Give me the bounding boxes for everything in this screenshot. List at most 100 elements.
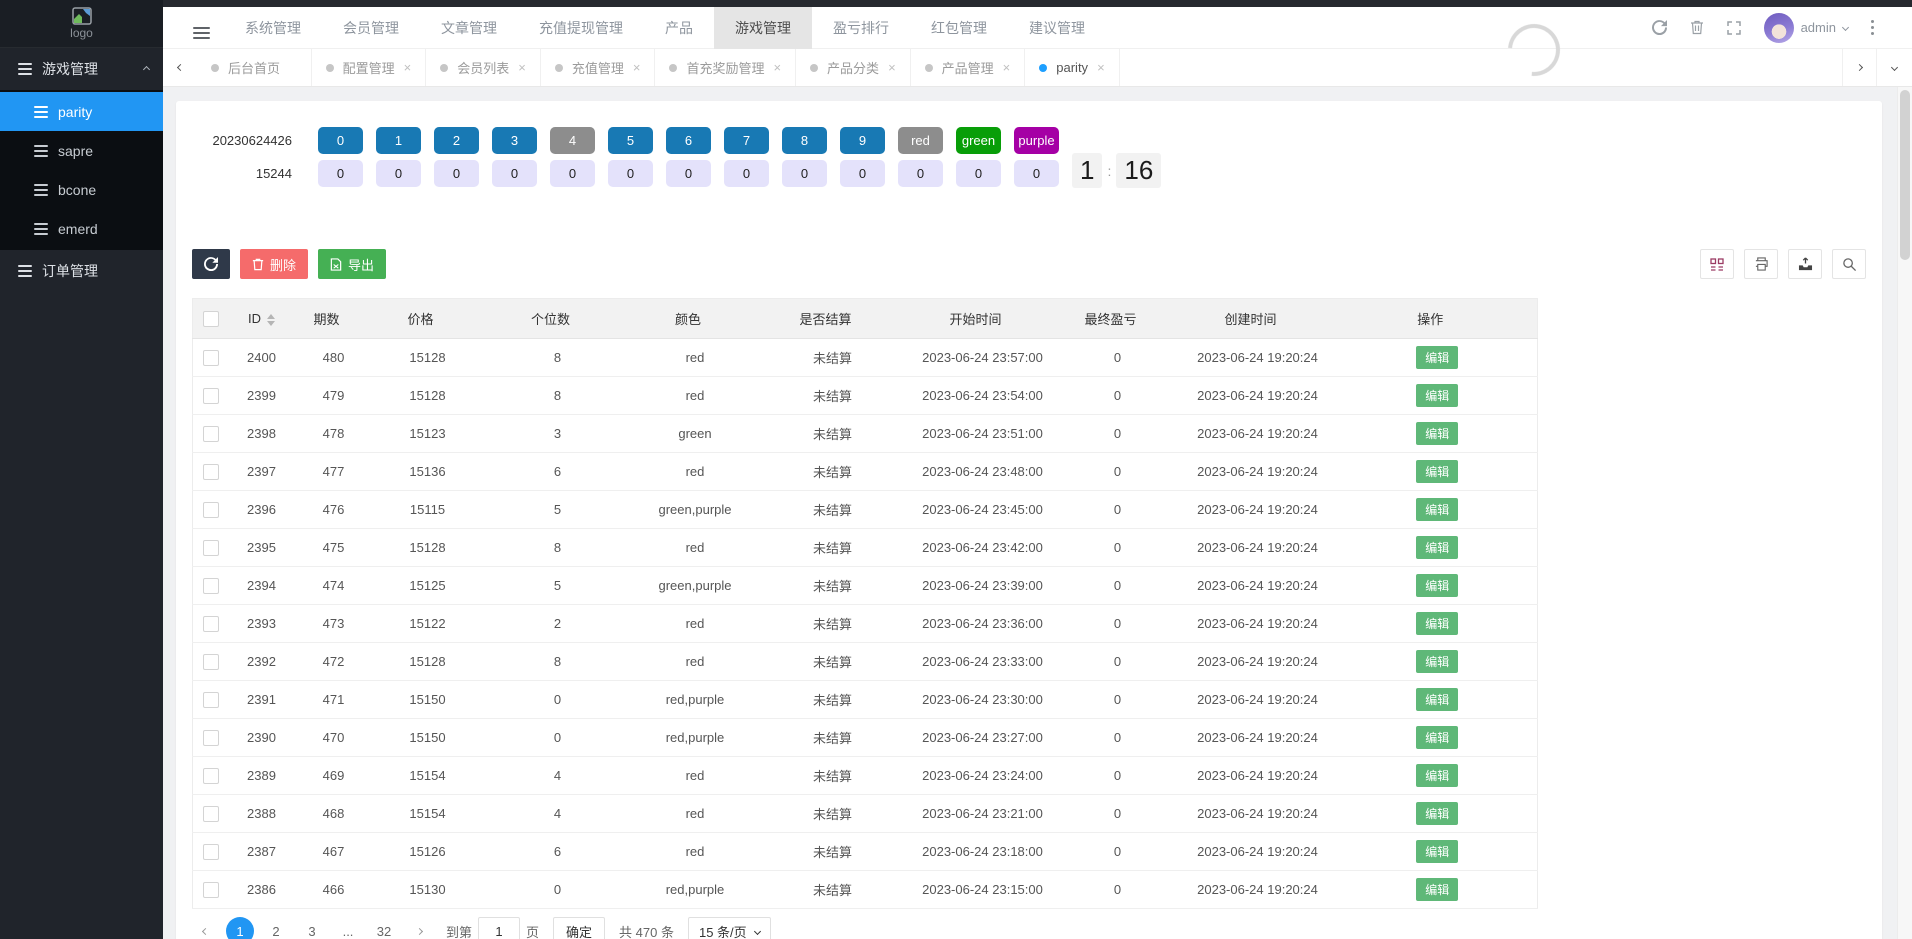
edit-button[interactable]: 编辑 bbox=[1416, 764, 1459, 787]
sidebar-subitem[interactable]: bcone bbox=[0, 170, 163, 209]
row-checkbox[interactable] bbox=[202, 805, 219, 822]
tab-close-icon[interactable]: × bbox=[633, 60, 641, 75]
edit-button[interactable]: 编辑 bbox=[1416, 650, 1459, 673]
number-button[interactable]: 7 bbox=[724, 127, 769, 154]
app-logo[interactable]: logo bbox=[0, 0, 163, 48]
tab[interactable]: 会员列表 × bbox=[426, 49, 541, 86]
tab[interactable]: 产品管理 × bbox=[911, 49, 1026, 86]
number-button[interactable]: 3 bbox=[492, 127, 537, 154]
edit-button[interactable]: 编辑 bbox=[1416, 574, 1459, 597]
count-button[interactable]: 0 bbox=[434, 160, 479, 187]
tab-close-icon[interactable]: × bbox=[404, 60, 412, 75]
export-data-button[interactable] bbox=[1788, 249, 1822, 279]
sort-icon[interactable] bbox=[267, 313, 275, 326]
tab-close-icon[interactable]: × bbox=[773, 60, 781, 75]
edit-button[interactable]: 编辑 bbox=[1416, 840, 1459, 863]
per-page-select[interactable]: 15 条/页 bbox=[687, 917, 771, 939]
row-checkbox[interactable] bbox=[202, 767, 219, 784]
more-options-icon[interactable] bbox=[1871, 20, 1874, 35]
confirm-jump-button[interactable]: 确定 bbox=[553, 917, 606, 939]
next-page-icon[interactable] bbox=[406, 917, 432, 939]
search-button[interactable] bbox=[1832, 249, 1866, 279]
tab[interactable]: 充值管理 × bbox=[541, 49, 656, 86]
count-button[interactable]: 0 bbox=[782, 160, 827, 187]
nav-item[interactable]: 红包管理 bbox=[910, 7, 1008, 49]
tab-actions-dropdown-icon[interactable] bbox=[1876, 49, 1912, 86]
number-button[interactable]: 0 bbox=[318, 127, 363, 154]
row-checkbox[interactable] bbox=[202, 881, 219, 898]
select-all-checkbox[interactable] bbox=[202, 310, 219, 327]
tab-scroll-left[interactable] bbox=[163, 49, 197, 86]
row-checkbox[interactable] bbox=[202, 349, 219, 366]
page-number[interactable]: ... bbox=[334, 917, 362, 939]
row-checkbox[interactable] bbox=[202, 501, 219, 518]
edit-button[interactable]: 编辑 bbox=[1416, 536, 1459, 559]
count-button[interactable]: 0 bbox=[550, 160, 595, 187]
page-number[interactable]: 2 bbox=[262, 917, 290, 939]
prev-page-icon[interactable] bbox=[192, 917, 218, 939]
row-checkbox[interactable] bbox=[202, 539, 219, 556]
tab[interactable]: 产品分类 × bbox=[796, 49, 911, 86]
row-checkbox[interactable] bbox=[202, 463, 219, 480]
nav-item[interactable]: 会员管理 bbox=[322, 7, 420, 49]
page-number[interactable]: 3 bbox=[298, 917, 326, 939]
count-button[interactable]: 0 bbox=[492, 160, 537, 187]
row-checkbox[interactable] bbox=[202, 577, 219, 594]
tab-close-icon[interactable]: × bbox=[1003, 60, 1011, 75]
count-button[interactable]: 0 bbox=[898, 160, 943, 187]
nav-item[interactable]: 盈亏排行 bbox=[812, 7, 910, 49]
edit-button[interactable]: 编辑 bbox=[1416, 346, 1459, 369]
page-number[interactable]: 32 bbox=[370, 917, 398, 939]
edit-button[interactable]: 编辑 bbox=[1416, 612, 1459, 635]
export-button[interactable]: 导出 bbox=[318, 249, 387, 279]
tab[interactable]: 后台首页 × bbox=[197, 49, 312, 86]
tab[interactable]: parity × bbox=[1025, 49, 1120, 86]
tab-close-icon[interactable]: × bbox=[888, 60, 896, 75]
edit-button[interactable]: 编辑 bbox=[1416, 460, 1459, 483]
number-button[interactable]: green bbox=[956, 127, 1001, 154]
trash-icon[interactable] bbox=[1690, 20, 1704, 35]
count-button[interactable]: 0 bbox=[1014, 160, 1059, 187]
sidebar-subitem[interactable]: emerd bbox=[0, 209, 163, 248]
count-button[interactable]: 0 bbox=[724, 160, 769, 187]
sidebar-item-order-management[interactable]: 订单管理 bbox=[0, 250, 163, 292]
edit-button[interactable]: 编辑 bbox=[1416, 802, 1459, 825]
number-button[interactable]: 5 bbox=[608, 127, 653, 154]
user-menu[interactable]: admin bbox=[1763, 12, 1850, 43]
edit-button[interactable]: 编辑 bbox=[1416, 384, 1459, 407]
menu-toggle-icon[interactable] bbox=[193, 16, 210, 39]
edit-button[interactable]: 编辑 bbox=[1416, 688, 1459, 711]
row-checkbox[interactable] bbox=[202, 843, 219, 860]
count-button[interactable]: 0 bbox=[318, 160, 363, 187]
tab[interactable]: 首充奖励管理 × bbox=[655, 49, 797, 86]
page-number[interactable]: 1 bbox=[226, 917, 254, 939]
refresh-icon[interactable] bbox=[1651, 20, 1667, 35]
nav-item[interactable]: 文章管理 bbox=[420, 7, 518, 49]
sidebar-subitem[interactable]: sapre bbox=[0, 131, 163, 170]
number-button[interactable]: red bbox=[898, 127, 943, 154]
number-button[interactable]: 6 bbox=[666, 127, 711, 154]
nav-item[interactable]: 产品 bbox=[644, 7, 714, 49]
tab[interactable]: 配置管理 × bbox=[312, 49, 427, 86]
nav-item[interactable]: 系统管理 bbox=[224, 7, 322, 49]
filter-columns-button[interactable] bbox=[1700, 249, 1734, 279]
row-checkbox[interactable] bbox=[202, 425, 219, 442]
delete-button[interactable]: 删除 bbox=[240, 249, 309, 279]
nav-item[interactable]: 充值提现管理 bbox=[518, 7, 644, 49]
edit-button[interactable]: 编辑 bbox=[1416, 726, 1459, 749]
row-checkbox[interactable] bbox=[202, 615, 219, 632]
number-button[interactable]: 8 bbox=[782, 127, 827, 154]
tab-close-icon[interactable]: × bbox=[1097, 60, 1105, 75]
row-checkbox[interactable] bbox=[202, 729, 219, 746]
count-button[interactable]: 0 bbox=[666, 160, 711, 187]
count-button[interactable]: 0 bbox=[956, 160, 1001, 187]
sidebar-item-game-management[interactable]: 游戏管理 bbox=[0, 48, 163, 90]
fullscreen-icon[interactable] bbox=[1726, 20, 1741, 35]
number-button[interactable]: 9 bbox=[840, 127, 885, 154]
scrollbar-thumb[interactable] bbox=[1900, 90, 1910, 260]
number-button[interactable]: purple bbox=[1014, 127, 1059, 154]
page-jump-input[interactable] bbox=[478, 917, 521, 939]
tab-close-icon[interactable]: × bbox=[518, 60, 526, 75]
row-checkbox[interactable] bbox=[202, 387, 219, 404]
edit-button[interactable]: 编辑 bbox=[1416, 878, 1459, 901]
